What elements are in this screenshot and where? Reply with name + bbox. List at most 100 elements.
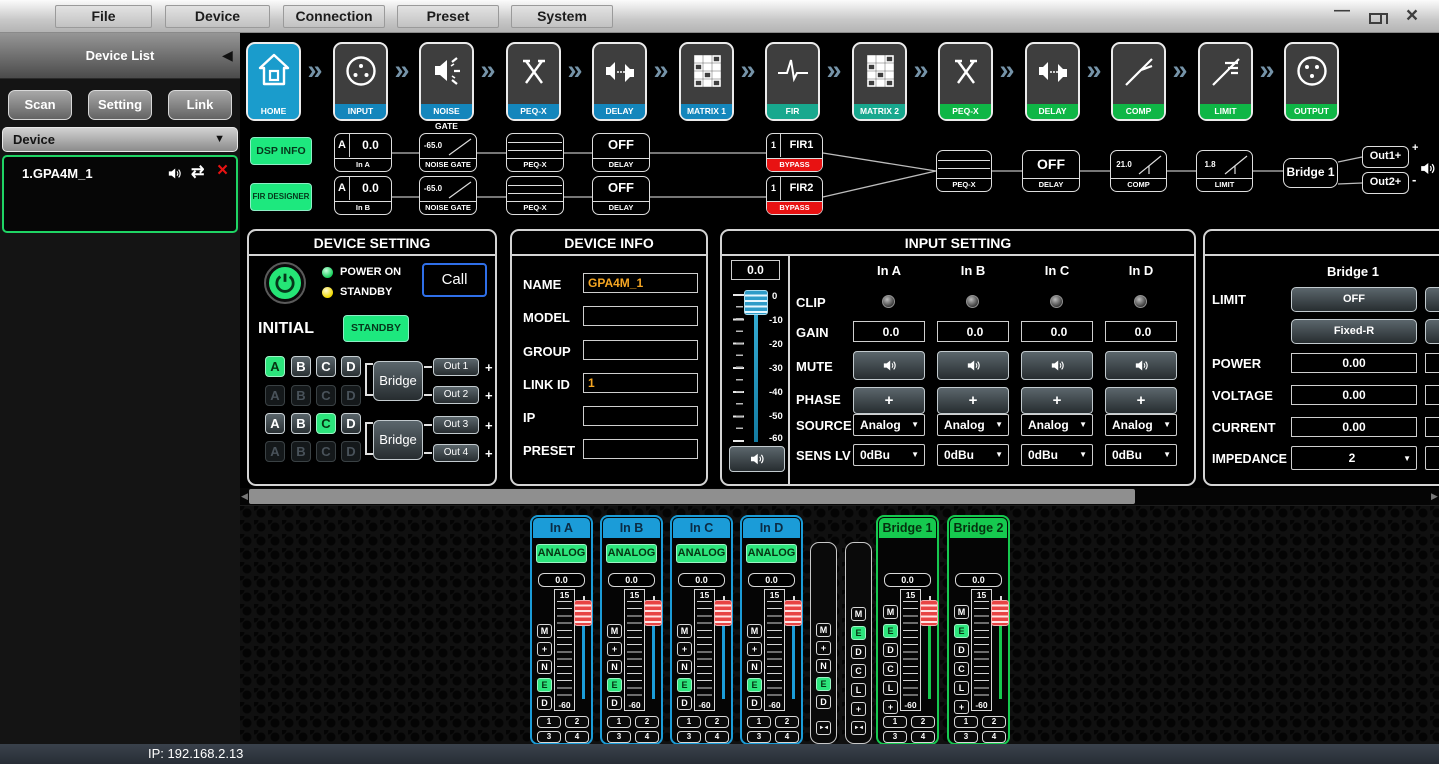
strip-m-button[interactable]: M	[537, 624, 552, 638]
strip-d-button[interactable]: D	[883, 643, 898, 657]
chain-tile-output[interactable]: OUTPUT	[1284, 42, 1339, 121]
strip-e-button[interactable]: E	[954, 624, 969, 638]
fader-handle[interactable]	[991, 600, 1009, 626]
sens-select-a[interactable]: 0dBu▼	[853, 444, 925, 466]
fir-designer-button[interactable]: FIR DESIGNER	[250, 183, 312, 211]
strip-plus-button[interactable]: +	[747, 642, 762, 656]
route-3-button[interactable]: 3	[883, 731, 907, 743]
route-3-button[interactable]: 3	[954, 731, 978, 743]
flow-noise-gate-a-block[interactable]: -65.0 NOISE GATE	[419, 133, 477, 172]
route-2-button[interactable]: 2	[775, 716, 799, 728]
strip-header[interactable]: Bridge 2	[950, 518, 1007, 538]
flow-bridge-block[interactable]: Bridge 1	[1283, 158, 1338, 188]
strip-gain-value[interactable]: 0.0	[955, 573, 1002, 587]
route-1-button[interactable]: 1	[747, 716, 771, 728]
strip-m-button[interactable]: M	[816, 623, 831, 637]
strip-plus-button[interactable]: +	[851, 702, 866, 716]
strip-c-button[interactable]: C	[883, 662, 898, 676]
ip-field[interactable]	[584, 407, 697, 425]
strip-header[interactable]: In D	[743, 518, 800, 538]
gain-field-b[interactable]	[938, 322, 1008, 341]
fader-handle[interactable]	[574, 600, 592, 626]
link-id-field[interactable]	[584, 374, 697, 392]
scroll-right-icon[interactable]: ▶	[1430, 488, 1439, 505]
chain-tile-peqx-in[interactable]: PEQ-X	[506, 42, 561, 121]
master-mute-button[interactable]	[729, 446, 785, 472]
sens-select-b[interactable]: 0dBu▼	[937, 444, 1009, 466]
chain-tile-comp[interactable]: COMP	[1111, 42, 1166, 121]
device-delete-icon[interactable]: ×	[217, 160, 228, 182]
chain-tile-matrix2[interactable]: MATRIX 2	[852, 42, 907, 121]
route-3-button[interactable]: 3	[747, 731, 771, 743]
strip-m-button[interactable]: M	[883, 605, 898, 619]
strip-l-button[interactable]: L	[883, 681, 898, 695]
chain-tile-fir[interactable]: FIR	[765, 42, 820, 121]
flow-input-b-block[interactable]: A 0.0 In B	[334, 176, 392, 215]
channel-c2-button[interactable]: C	[316, 413, 336, 434]
strip-header[interactable]: In C	[673, 518, 730, 538]
strip-d-button[interactable]: D	[747, 696, 762, 710]
fader-link-icon[interactable]: ►◄	[851, 721, 866, 735]
preset-field[interactable]	[584, 440, 697, 458]
limit-toggle-button[interactable]: OFF	[1291, 287, 1417, 312]
strip-e-button[interactable]: E	[816, 677, 831, 691]
strip-header[interactable]: In A	[533, 518, 590, 538]
standby-button[interactable]: STANDBY	[343, 315, 409, 342]
strip-header[interactable]: Bridge 1	[879, 518, 936, 538]
strip-d-button[interactable]: D	[851, 645, 866, 659]
strip-m-button[interactable]: M	[607, 624, 622, 638]
gain-field-c[interactable]	[1022, 322, 1092, 341]
fader-handle[interactable]	[920, 600, 938, 626]
strip-l-button[interactable]: L	[954, 681, 969, 695]
strip-plus-button[interactable]: +	[883, 700, 898, 714]
call-button[interactable]: Call	[422, 263, 487, 297]
route-4-button[interactable]: 4	[775, 731, 799, 743]
source-select-d[interactable]: Analog▼	[1105, 414, 1177, 436]
flow-out1-block[interactable]: Out1+	[1362, 146, 1409, 168]
impedance-select-2[interactable]	[1425, 446, 1439, 470]
chain-tile-noise-gate[interactable]: NOISE GATE	[419, 42, 474, 121]
phase-button-b[interactable]: +	[937, 387, 1009, 414]
limit-toggle-button-2[interactable]	[1425, 287, 1439, 312]
fader-handle[interactable]	[784, 600, 802, 626]
flow-delay-out-block[interactable]: OFF DELAY	[1022, 150, 1080, 192]
channel-c-button[interactable]: C	[316, 356, 336, 377]
horizontal-scrollbar[interactable]: ◀ ▶	[240, 488, 1439, 505]
mute-button-c[interactable]	[1021, 351, 1093, 380]
source-select-b[interactable]: Analog▼	[937, 414, 1009, 436]
device-filter-dropdown[interactable]: Device ▼	[2, 127, 238, 152]
flow-comp-block[interactable]: 21.0 COMP	[1110, 150, 1167, 192]
minimize-icon[interactable]: —	[1330, 2, 1354, 20]
route-1-button[interactable]: 1	[883, 716, 907, 728]
strip-plus-button[interactable]: +	[537, 642, 552, 656]
flow-peqx-out-block[interactable]: PEQ-X	[936, 150, 992, 192]
device-relink-icon[interactable]: ⇄	[191, 162, 204, 182]
strip-n-button[interactable]: N	[537, 660, 552, 674]
strip-m-button[interactable]: M	[954, 605, 969, 619]
route-4-button[interactable]: 4	[705, 731, 729, 743]
name-field[interactable]	[584, 274, 697, 292]
impedance-select[interactable]: 2 ▼	[1291, 446, 1417, 470]
strip-plus-button[interactable]: +	[816, 641, 831, 655]
fader-handle[interactable]	[644, 600, 662, 626]
flow-limit-block[interactable]: 1.8 LIMIT	[1196, 150, 1253, 192]
strip-d-button[interactable]: D	[954, 643, 969, 657]
route-1-button[interactable]: 1	[537, 716, 561, 728]
out2-button[interactable]: Out 2	[433, 386, 479, 404]
sens-select-d[interactable]: 0dBu▼	[1105, 444, 1177, 466]
close-icon[interactable]: ×	[1400, 4, 1424, 28]
model-field[interactable]	[584, 307, 697, 325]
route-1-button[interactable]: 1	[954, 716, 978, 728]
chain-tile-input[interactable]: INPUT	[333, 42, 388, 121]
limit-mode-button[interactable]: Fixed-R	[1291, 319, 1417, 344]
strip-e-button[interactable]: E	[851, 626, 866, 640]
strip-n-button[interactable]: N	[747, 660, 762, 674]
strip-e-button[interactable]: E	[883, 624, 898, 638]
menu-system[interactable]: System	[511, 5, 613, 28]
route-3-button[interactable]: 3	[537, 731, 561, 743]
chain-tile-matrix1[interactable]: MATRIX 1	[679, 42, 734, 121]
mute-button-d[interactable]	[1105, 351, 1177, 380]
menu-device[interactable]: Device	[165, 5, 270, 28]
device-mute-icon[interactable]	[166, 165, 183, 182]
dsp-info-button[interactable]: DSP INFO	[250, 137, 312, 165]
